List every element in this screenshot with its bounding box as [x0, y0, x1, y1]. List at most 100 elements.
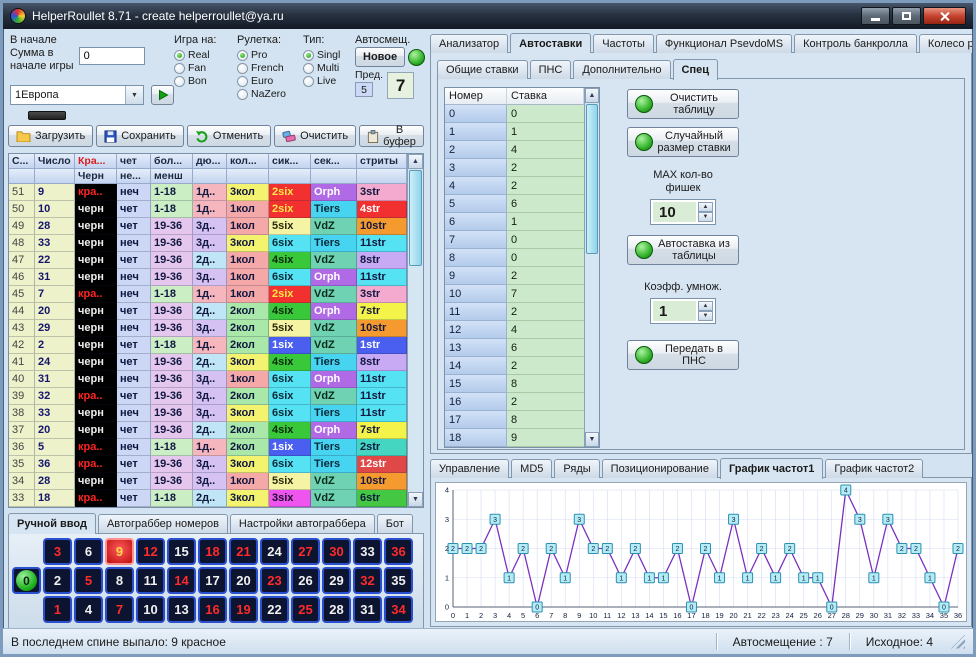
roulette-number-2[interactable]: 2: [43, 567, 72, 594]
spinner-down-icon[interactable]: ▼: [698, 311, 713, 321]
tab-контроль-банкролла[interactable]: Контроль банкролла: [794, 34, 917, 53]
tab-ряды[interactable]: Ряды: [554, 459, 599, 478]
bet-number-cell[interactable]: 6: [445, 213, 507, 231]
history-scrollbar[interactable]: ▲ ▼: [407, 154, 423, 507]
bet-number-cell[interactable]: 10: [445, 285, 507, 303]
play-button[interactable]: [151, 85, 174, 105]
bet-value-cell[interactable]: 2: [507, 177, 584, 195]
roulette-number-23[interactable]: 23: [260, 567, 289, 594]
scroll-thumb[interactable]: [586, 104, 598, 254]
roulette-number-21[interactable]: 21: [229, 538, 258, 565]
roulette-number-34[interactable]: 34: [384, 596, 413, 623]
bet-number-cell[interactable]: 5: [445, 195, 507, 213]
roulette-number-26[interactable]: 26: [291, 567, 320, 594]
roulette-number-29[interactable]: 29: [322, 567, 351, 594]
tab-пнс[interactable]: ПНС: [530, 60, 572, 79]
roulette-number-15[interactable]: 15: [167, 538, 196, 565]
bet-number-cell[interactable]: 8: [445, 249, 507, 267]
autobet-from-table-button[interactable]: Автоставка из таблицы: [627, 235, 739, 265]
roulette-number-32[interactable]: 32: [353, 567, 382, 594]
bet-value-cell[interactable]: 1: [507, 213, 584, 231]
bet-number-cell[interactable]: 13: [445, 339, 507, 357]
roulette-number-28[interactable]: 28: [322, 596, 351, 623]
roulette-number-30[interactable]: 30: [322, 538, 351, 565]
spinner-up-icon[interactable]: ▲: [698, 202, 713, 212]
radio-french[interactable]: French: [237, 62, 286, 75]
save-button[interactable]: Сохранить: [96, 125, 184, 147]
undo-button[interactable]: Отменить: [187, 125, 271, 147]
radio-multi[interactable]: Multi: [303, 62, 340, 75]
tab-автограббер-номеров[interactable]: Автограббер номеров: [98, 514, 228, 533]
load-button[interactable]: Загрузить: [8, 125, 93, 147]
roulette-number-31[interactable]: 31: [353, 596, 382, 623]
roulette-number-6[interactable]: 6: [74, 538, 103, 565]
bet-value-cell[interactable]: 1: [507, 123, 584, 141]
bet-value-cell[interactable]: 9: [507, 429, 584, 447]
tab-спец[interactable]: Спец: [673, 59, 718, 80]
bet-number-cell[interactable]: 2: [445, 141, 507, 159]
roulette-number-25[interactable]: 25: [291, 596, 320, 623]
bet-number-cell[interactable]: 0: [445, 105, 507, 123]
bet-number-cell[interactable]: 11: [445, 303, 507, 321]
roulette-number-20[interactable]: 20: [229, 567, 258, 594]
bet-value-cell[interactable]: 8: [507, 375, 584, 393]
maximize-button[interactable]: [892, 7, 921, 25]
bet-number-cell[interactable]: 18: [445, 429, 507, 447]
coef-input[interactable]: 1 ▲ ▼: [650, 298, 716, 324]
bet-value-cell[interactable]: 2: [507, 393, 584, 411]
scroll-up-icon[interactable]: ▲: [585, 88, 599, 103]
roulette-number-12[interactable]: 12: [136, 538, 165, 565]
random-bet-size-button[interactable]: Случайный размер ставки: [627, 127, 739, 157]
tab-позиционирование[interactable]: Позиционирование: [602, 459, 718, 478]
bet-number-cell[interactable]: 15: [445, 375, 507, 393]
bet-value-cell[interactable]: 6: [507, 195, 584, 213]
tab-ручной-ввод[interactable]: Ручной ввод: [8, 513, 96, 534]
clear-button[interactable]: Очистить: [274, 125, 356, 147]
bet-value-cell[interactable]: 6: [507, 339, 584, 357]
bet-value-cell[interactable]: 0: [507, 105, 584, 123]
roulette-number-0[interactable]: 0: [12, 567, 41, 594]
roulette-number-16[interactable]: 16: [198, 596, 227, 623]
roulette-number-24[interactable]: 24: [260, 538, 289, 565]
scroll-down-icon[interactable]: ▼: [408, 492, 423, 507]
roulette-number-9[interactable]: 9: [105, 538, 134, 565]
roulette-number-7[interactable]: 7: [105, 596, 134, 623]
bet-number-cell[interactable]: 7: [445, 231, 507, 249]
copy-buffer-button[interactable]: В буфер: [359, 125, 424, 147]
bet-value-cell[interactable]: 2: [507, 303, 584, 321]
tab-частоты[interactable]: Частоты: [593, 34, 654, 53]
roulette-number-1[interactable]: 1: [43, 596, 72, 623]
close-button[interactable]: [923, 7, 966, 25]
bet-number-cell[interactable]: 1: [445, 123, 507, 141]
radio-pro[interactable]: Pro: [237, 49, 286, 62]
resize-grip[interactable]: [951, 635, 965, 649]
roulette-number-13[interactable]: 13: [167, 596, 196, 623]
tab-общие-ставки[interactable]: Общие ставки: [437, 60, 528, 79]
start-sum-input[interactable]: [79, 47, 145, 65]
scroll-up-icon[interactable]: ▲: [408, 154, 423, 169]
bet-value-cell[interactable]: 2: [507, 357, 584, 375]
bet-value-cell[interactable]: 2: [507, 267, 584, 285]
clear-bet-table-button[interactable]: Очистить таблицу: [627, 89, 739, 119]
bet-value-cell[interactable]: 4: [507, 321, 584, 339]
roulette-number-3[interactable]: 3: [43, 538, 72, 565]
scroll-down-icon[interactable]: ▼: [585, 432, 599, 447]
tab-дополнительно[interactable]: Дополнительно: [573, 60, 670, 79]
radio-live[interactable]: Live: [303, 75, 340, 88]
bet-number-cell[interactable]: 4: [445, 177, 507, 195]
bet-value-cell[interactable]: 7: [507, 285, 584, 303]
send-to-pns-button[interactable]: Передать в ПНС: [627, 340, 739, 370]
spinner-down-icon[interactable]: ▼: [698, 212, 713, 222]
tab-график-частот2[interactable]: График частот2: [825, 459, 923, 478]
tab-бот[interactable]: Бот: [377, 514, 413, 533]
bet-value-cell[interactable]: 2: [507, 159, 584, 177]
tab-автоставки[interactable]: Автоставки: [510, 33, 591, 53]
roulette-number-19[interactable]: 19: [229, 596, 258, 623]
roulette-number-18[interactable]: 18: [198, 538, 227, 565]
bet-number-cell[interactable]: 14: [445, 357, 507, 375]
roulette-number-5[interactable]: 5: [74, 567, 103, 594]
tab-колесо-ру[interactable]: Колесо ру: [919, 34, 972, 53]
roulette-number-33[interactable]: 33: [353, 538, 382, 565]
roulette-number-27[interactable]: 27: [291, 538, 320, 565]
roulette-number-11[interactable]: 11: [136, 567, 165, 594]
